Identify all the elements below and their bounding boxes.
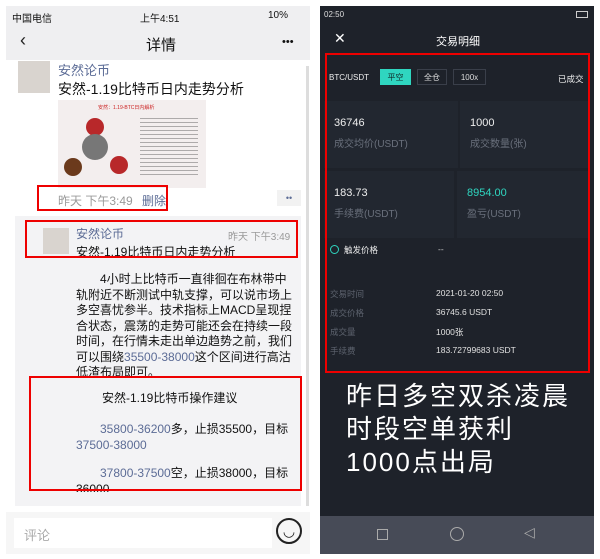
detail-value: 183.72799683 USDT bbox=[436, 345, 516, 355]
order-state: 已成交 bbox=[558, 74, 584, 84]
comment-title: 安然-1.19比特币日内走势分析 bbox=[76, 245, 236, 259]
more-icon[interactable]: ••• bbox=[282, 36, 294, 48]
diagram-circle bbox=[110, 156, 128, 174]
cell-value: 1000 bbox=[470, 117, 495, 129]
advice-1: 35800-36200多，止损35500，目标 37500-38000 bbox=[76, 422, 298, 453]
chevron-left-icon: ‹ bbox=[20, 30, 26, 50]
advice-text: 多，止损35500，目标 bbox=[170, 422, 289, 436]
diagram-circle bbox=[64, 158, 82, 176]
scrollbar[interactable] bbox=[306, 66, 309, 506]
comment-more-button[interactable]: •• bbox=[277, 190, 301, 206]
advice-2: 37800-37500空，止损38000，目标36000 bbox=[76, 466, 298, 492]
carrier: 中国电信 bbox=[12, 14, 52, 25]
cell-value: 8954.00 bbox=[467, 187, 507, 199]
cell-label: 手续费(USDT) bbox=[334, 209, 398, 220]
cell-label: 成交均价(USDT) bbox=[334, 139, 408, 150]
advice-link[interactable]: 37800-37500 bbox=[100, 466, 171, 480]
cell-value: 183.73 bbox=[334, 187, 368, 199]
detail-key: 成交价格 bbox=[330, 308, 365, 318]
header-title: 交易明细 bbox=[436, 36, 480, 48]
advice-link[interactable]: 35800-36200 bbox=[100, 422, 171, 436]
emoji-icon[interactable]: ◡ bbox=[276, 518, 302, 544]
advice-link[interactable]: 37500-38000 bbox=[76, 438, 147, 452]
tag-cross-margin: 全仓 bbox=[417, 69, 447, 85]
diagram-circle bbox=[82, 134, 108, 160]
cell-label: 盈亏(USDT) bbox=[467, 209, 521, 220]
comment-input[interactable]: 评论 bbox=[14, 518, 272, 548]
avatar[interactable] bbox=[18, 61, 50, 93]
home-icon[interactable] bbox=[450, 527, 464, 541]
advice-title: 安然-1.19比特币操作建议 bbox=[102, 391, 238, 405]
post-title: 安然-1.19比特币日内走势分析 bbox=[58, 81, 244, 97]
pair: BTC/USDT bbox=[329, 73, 369, 82]
image-caption: 安然：1.19-BTC日内解析 bbox=[98, 105, 155, 111]
detail-key: 手续费 bbox=[330, 346, 356, 356]
trade-detail-screenshot: 02:50 ✕ 交易明细 BTC/USDT 平空 全仓 100x 已成交 367… bbox=[320, 6, 594, 554]
comment-body: 4小时上比特币一直徘徊在布林带中轨附近不断测试中轨支撑，可以说市场上多空喜忧参半… bbox=[76, 272, 298, 381]
clock-icon bbox=[330, 245, 339, 254]
comment-avatar[interactable] bbox=[43, 228, 69, 254]
status-time: 上午4:51 bbox=[140, 14, 180, 25]
detail-value: 36745.6 USDT bbox=[436, 307, 493, 317]
detail-key: 成交量 bbox=[330, 327, 356, 337]
recents-icon[interactable] bbox=[377, 529, 388, 540]
post-author[interactable]: 安然论币 bbox=[58, 60, 110, 79]
tag-leverage: 100x bbox=[453, 69, 486, 85]
status-time: 02:50 bbox=[324, 10, 345, 19]
close-icon[interactable]: ✕ bbox=[334, 30, 346, 47]
cell-value: 36746 bbox=[334, 117, 365, 129]
post-image[interactable]: 安然：1.19-BTC日内解析 bbox=[58, 100, 206, 188]
avg-price-cell: 36746 成交均价(USDT) bbox=[324, 101, 458, 168]
page-title: 详情 bbox=[146, 37, 177, 54]
detail-key: 交易时间 bbox=[330, 289, 365, 299]
image-text bbox=[140, 118, 198, 178]
body-link[interactable]: 35500-38000 bbox=[124, 350, 195, 364]
tag-close-short: 平空 bbox=[380, 69, 411, 85]
quantity-cell: 1000 成交数量(张) bbox=[460, 101, 588, 168]
comment-author[interactable]: 安然论币 bbox=[76, 225, 124, 242]
battery-icon bbox=[576, 11, 588, 18]
back-button[interactable]: ‹ bbox=[20, 30, 26, 51]
detail-value: 1000张 bbox=[436, 327, 464, 337]
cell-label: 成交数量(张) bbox=[470, 139, 527, 150]
trigger-value: -- bbox=[438, 244, 444, 254]
caption: 昨日多空双杀凌晨时段空单获利1000点出局 bbox=[346, 381, 571, 477]
wechat-screenshot: 中国电信 上午4:51 10% ‹ 详情 ••• 安然论币 安然-1.19比特币… bbox=[6, 6, 310, 554]
post-time: 昨天 下午3:49 bbox=[58, 194, 133, 208]
detail-value: 2021-01-20 02:50 bbox=[436, 288, 504, 298]
pnl-cell: 8954.00 盈亏(USDT) bbox=[457, 171, 588, 238]
fee-cell: 183.73 手续费(USDT) bbox=[324, 171, 454, 238]
trigger-label: 触发价格 bbox=[344, 245, 379, 255]
delete-link[interactable]: 删除 bbox=[142, 192, 166, 209]
back-icon[interactable]: ◁ bbox=[524, 524, 535, 541]
comment-time: 昨天 下午3:49 bbox=[228, 232, 291, 243]
battery: 10% bbox=[268, 10, 289, 21]
